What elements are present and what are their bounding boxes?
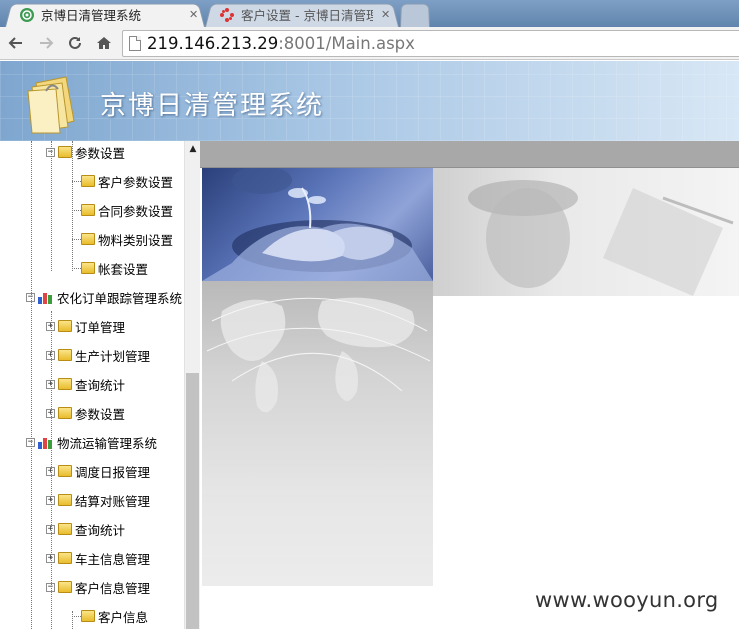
tree-item-label: 合同参数设置	[98, 203, 174, 219]
scroll-thumb[interactable]	[186, 373, 199, 629]
tree-guide-line	[72, 611, 73, 629]
tab-title: 京博日清管理系统	[41, 8, 142, 23]
tree-item[interactable]: + 查询统计	[46, 518, 125, 540]
reload-icon[interactable]	[63, 31, 87, 55]
app-favicon-icon	[20, 7, 34, 22]
tree-item[interactable]: + 调度日报管理	[46, 460, 150, 482]
tree-item-label: 物流运输管理系统	[57, 435, 158, 451]
tree-item[interactable]: + 车主信息管理	[46, 547, 150, 569]
url-path: :8001/Main.aspx	[278, 34, 415, 53]
tab-background	[400, 3, 430, 27]
tree-item-label: 生产计划管理	[75, 348, 151, 364]
tree-connector	[72, 210, 81, 211]
folder-icon	[81, 262, 95, 274]
tree-item[interactable]: + 查询统计	[46, 373, 125, 395]
hands-illustration	[202, 168, 433, 281]
folder-icon	[58, 146, 72, 158]
tree-scrollbar[interactable]: ▲	[184, 141, 200, 629]
folder-icon	[58, 378, 72, 390]
tree-connector	[72, 616, 81, 617]
navigation-tree: − 参数设置客户参数设置 合同参数设置 物料类别设置 帐套设置 − 农化订单跟踪管理系统 + 订…	[0, 141, 184, 629]
folder-icon	[81, 175, 95, 187]
back-arrow-icon[interactable]	[4, 31, 28, 55]
document-stack-logo-icon	[27, 76, 75, 134]
tree-item[interactable]: 客户参数设置	[81, 170, 173, 192]
tree-guide-line	[51, 141, 52, 271]
tree-item-label: 帐套设置	[98, 261, 149, 277]
folder-icon	[58, 494, 72, 506]
folder-icon	[81, 204, 95, 216]
tab-close-icon[interactable]: ✕	[189, 8, 198, 21]
tree-item-label: 调度日报管理	[75, 464, 151, 480]
tree-item-label: 参数设置	[75, 145, 126, 161]
tree-item-label: 物料类别设置	[98, 232, 174, 248]
browser-tab-strip: 京博日清管理系统 ✕ 客户设置 - 京博日清管理系 ✕	[0, 0, 739, 27]
folder-icon	[58, 523, 72, 535]
tree-item-label: 结算对账管理	[75, 493, 151, 509]
tree-connector	[72, 181, 81, 182]
tree-item[interactable]: + 参数设置	[46, 402, 125, 424]
tree-item[interactable]: 合同参数设置	[81, 199, 173, 221]
header-banner: 京博日清管理系统	[0, 61, 739, 141]
navigation-tree-panel: − 参数设置客户参数设置 合同参数设置 物料类别设置 帐套设置 − 农化订单跟踪管理系统 + 订…	[0, 141, 200, 629]
tree-connector	[72, 268, 81, 269]
tree-item-label: 客户信息	[98, 609, 149, 625]
new-tab-button[interactable]	[400, 2, 430, 27]
folder-icon	[58, 552, 72, 564]
tree-item-label: 客户信息管理	[75, 580, 151, 596]
tab-close-icon[interactable]: ✕	[381, 8, 390, 21]
tree-item[interactable]: − 参数设置	[46, 141, 125, 163]
tree-item-label: 查询统计	[75, 522, 126, 538]
folder-icon	[58, 320, 72, 332]
world-map-illustration	[202, 297, 433, 557]
folder-icon	[81, 610, 95, 622]
world-map-graphic	[202, 281, 433, 586]
tree-item-label: 客户参数设置	[98, 174, 174, 190]
main-frame	[200, 141, 739, 629]
tree-item[interactable]: + 生产计划管理	[46, 344, 150, 366]
tree-item[interactable]: − 物流运输管理系统	[26, 431, 157, 453]
web-content: 京博日清管理系统 − 参数设置客户参数设置 合同参数设置 物料类别设置 帐套设置 − 农化订…	[0, 61, 739, 629]
home-icon[interactable]	[92, 31, 116, 55]
tree-item-label: 订单管理	[75, 319, 126, 335]
bar-chart-icon	[38, 291, 54, 304]
tree-connector	[72, 239, 81, 240]
faded-person-illustration	[468, 180, 734, 296]
tree-guide-line	[72, 141, 73, 271]
tree-item[interactable]: 帐套设置	[81, 257, 148, 279]
watermark-text: www.wooyun.org	[535, 588, 719, 612]
hands-seedling-photo	[202, 168, 433, 281]
folder-icon	[58, 407, 72, 419]
loading-favicon-icon	[220, 7, 234, 22]
tree-item-label: 查询统计	[75, 377, 126, 393]
forward-arrow-icon[interactable]	[34, 31, 58, 55]
person-photo-faded	[433, 168, 739, 296]
tab-active[interactable]: 京博日清管理系统 ✕	[5, 2, 205, 27]
scroll-up-arrow-icon[interactable]: ▲	[185, 141, 201, 157]
main-top-bar	[200, 141, 739, 168]
folder-icon	[58, 349, 72, 361]
tree-item-label: 参数设置	[75, 406, 126, 422]
folder-icon	[58, 581, 72, 593]
tree-item[interactable]: + 结算对账管理	[46, 489, 150, 511]
url-host: 219.146.213.29	[147, 34, 279, 53]
tree-item-label: 农化订单跟踪管理系统	[57, 290, 183, 306]
app-title: 京博日清管理系统	[100, 91, 325, 121]
browser-toolbar: 219.146.213.29:8001/Main.aspx	[0, 27, 739, 60]
tab-inactive[interactable]: 客户设置 - 京博日清管理系 ✕	[205, 2, 399, 27]
tree-guide-line	[51, 311, 52, 629]
tree-item[interactable]: − 客户信息管理	[46, 576, 150, 598]
tree-item[interactable]: + 订单管理	[46, 315, 125, 337]
address-bar[interactable]: 219.146.213.29:8001/Main.aspx	[122, 30, 739, 57]
folder-icon	[58, 465, 72, 477]
folder-icon	[81, 233, 95, 245]
page-icon	[129, 36, 141, 51]
tree-item-label: 车主信息管理	[75, 551, 151, 567]
tab-title: 客户设置 - 京博日清管理系	[241, 8, 373, 23]
tree-item[interactable]: 物料类别设置	[81, 228, 173, 250]
tree-item[interactable]: 客户信息	[81, 605, 148, 627]
tree-item[interactable]: − 农化订单跟踪管理系统	[26, 286, 182, 308]
tree-guide-line	[31, 141, 32, 629]
